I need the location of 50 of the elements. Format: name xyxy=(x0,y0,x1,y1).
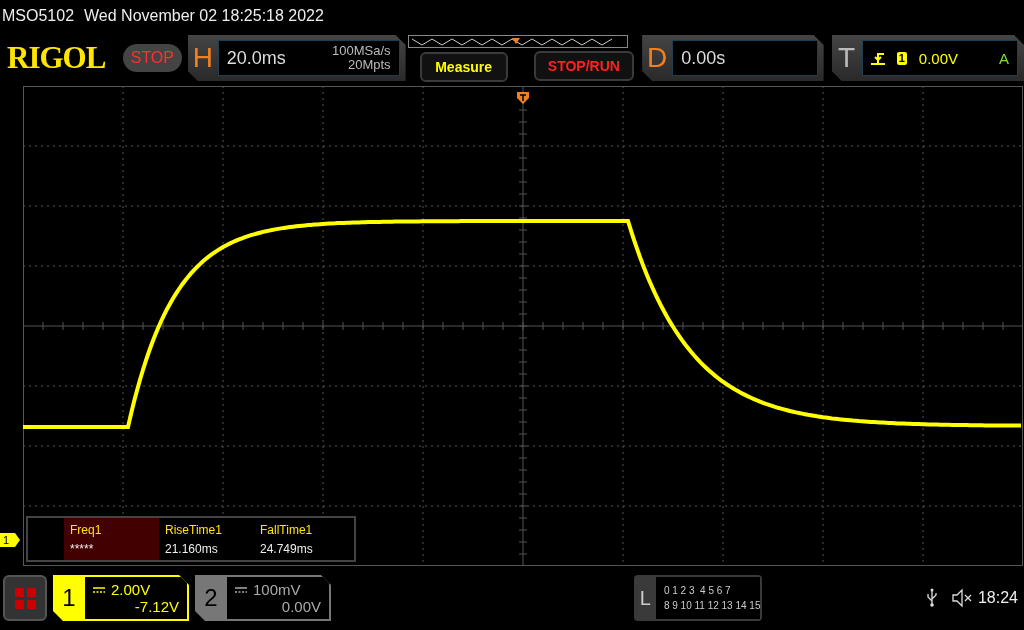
menu-button[interactable] xyxy=(3,575,47,621)
timebase-value: 20.0ms xyxy=(226,47,286,69)
vertical-scale: 100mV xyxy=(253,581,301,598)
measurement-name: Freq1 xyxy=(70,522,103,537)
delay-value: 0.00s xyxy=(681,47,726,69)
channel-number: 2 xyxy=(203,584,219,612)
measurement-name: RiseTime1 xyxy=(165,522,223,537)
measurement-name: FallTime1 xyxy=(260,522,314,537)
panel-letter: L xyxy=(638,586,652,610)
logic-channel-numbers: 0 1 2 3 4 5 6 7 xyxy=(663,585,732,596)
menu-icon xyxy=(14,587,36,609)
dc-coupling-icon xyxy=(235,586,247,593)
trigger-panel[interactable]: T 1 0.00V A xyxy=(831,35,1024,81)
brand-logo: RIGOL xyxy=(7,40,107,76)
channel-panel[interactable]: 2 100mV 0.00V xyxy=(195,575,331,621)
usb-icon xyxy=(925,588,938,608)
logic-panel[interactable]: L 0 1 2 3 4 5 6 7 8 9 10 11 12 13 14 15 xyxy=(634,575,763,621)
channel-number: 1 xyxy=(61,584,77,612)
model-name: MSO5102 xyxy=(2,7,75,25)
logic-channel-numbers: 8 9 10 11 12 13 14 15 xyxy=(663,600,761,611)
channel-panel[interactable]: 1 2.00V -7.12V xyxy=(53,575,189,621)
vertical-scale: 2.00V xyxy=(111,581,151,598)
vertical-offset: 0.00V xyxy=(281,598,321,615)
measurement-item[interactable]: FallTime1 24.749ms xyxy=(254,518,349,560)
run-state-indicator: STOP xyxy=(122,44,182,72)
sample-rate: 100MSa/s xyxy=(332,44,391,58)
date-time: Wed November 02 18:25:18 2022 xyxy=(84,7,324,25)
panel-letter: T xyxy=(837,42,857,74)
trigger-level: 0.00V xyxy=(918,49,958,67)
panel-letter: D xyxy=(646,42,669,74)
panel-letter: H xyxy=(191,42,214,74)
memory-depth: 20Mpts xyxy=(347,58,391,72)
horizontal-panel[interactable]: H 20.0ms 100MSa/s 20Mpts xyxy=(187,35,406,81)
trigger-mode: A xyxy=(999,49,1009,67)
trigger-source: 1 xyxy=(896,51,907,65)
dc-coupling-icon xyxy=(93,586,105,593)
delay-panel[interactable]: D 0.00s xyxy=(642,35,824,81)
stop-run-button[interactable]: STOP/RUN xyxy=(533,51,635,81)
channel-marker[interactable]: 1 xyxy=(0,533,20,547)
trigger-position-icon xyxy=(517,92,529,104)
measure-button[interactable]: Measure xyxy=(419,51,508,82)
measurement-value: 24.749ms xyxy=(260,541,314,556)
measurement-item[interactable]: RiseTime1 21.160ms xyxy=(159,518,254,560)
mute-icon xyxy=(951,588,972,608)
measurement-value: 21.160ms xyxy=(165,541,219,556)
rising-edge-icon xyxy=(870,51,885,65)
measurement-value: ***** xyxy=(70,541,95,556)
vertical-offset: -7.12V xyxy=(134,598,179,615)
clock-time: 18:24 xyxy=(977,589,1018,607)
measurement-item[interactable]: Freq1 ***** xyxy=(64,518,159,560)
